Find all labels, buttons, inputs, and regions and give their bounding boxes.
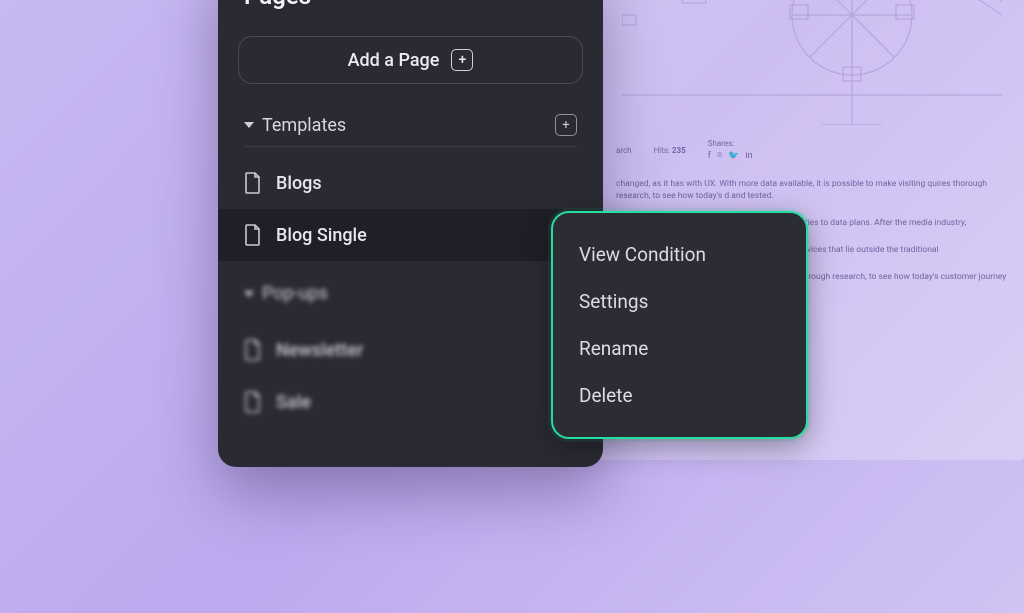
templates-section-header[interactable]: Templates + — [244, 108, 577, 147]
hero-image — [616, 0, 1008, 130]
popup-item-label: Sale — [276, 392, 311, 413]
facebook-icon[interactable]: f — [708, 150, 711, 164]
instagram-icon[interactable]: ⌾ — [717, 150, 722, 164]
popups-list: Newsletter Sale — [218, 324, 603, 428]
template-item-label: Blog Single — [276, 225, 367, 246]
caret-down-icon — [244, 291, 254, 297]
templates-label: Templates — [262, 115, 346, 136]
add-template-button[interactable]: + — [555, 114, 577, 136]
linkedin-icon[interactable]: in — [745, 150, 752, 164]
templates-list: Blogs Blog Single — [218, 157, 603, 261]
page-icon — [244, 224, 262, 246]
page-icon — [244, 391, 262, 413]
shares-group: Shares: f ⌾ 🐦 in — [708, 138, 753, 164]
add-page-button[interactable]: Add a Page + — [238, 36, 583, 84]
context-menu-view-condition[interactable]: View Condition — [553, 231, 806, 278]
page-icon — [244, 172, 262, 194]
caret-down-icon — [244, 122, 254, 128]
add-page-label: Add a Page — [348, 50, 440, 71]
context-menu-settings[interactable]: Settings — [553, 278, 806, 325]
popups-label: Pop-ups — [262, 283, 328, 304]
context-menu-rename[interactable]: Rename — [553, 325, 806, 372]
popup-item-label: Newsletter — [276, 340, 363, 361]
popup-item-sale[interactable]: Sale — [218, 376, 603, 428]
collapse-panel-button[interactable] — [553, 0, 577, 8]
article-paragraph: changed, as it has with UX. With more da… — [616, 178, 1008, 204]
context-menu-delete[interactable]: Delete — [553, 372, 806, 419]
panel-title: Pages — [244, 0, 311, 10]
twitter-icon[interactable]: 🐦 — [728, 150, 739, 164]
page-icon — [244, 339, 262, 361]
template-item-blogs[interactable]: Blogs — [218, 157, 603, 209]
context-menu: View Condition Settings Rename Delete — [551, 211, 808, 439]
hits-group: Hits: 235 — [654, 145, 686, 157]
template-item-label: Blogs — [276, 173, 322, 194]
pages-panel: Pages Add a Page + Templates + — [218, 0, 603, 467]
category-label: arch — [616, 145, 632, 157]
template-item-blog-single[interactable]: Blog Single — [218, 209, 603, 261]
plus-icon: + — [451, 49, 473, 71]
popups-section-header[interactable]: Pop-ups — [244, 277, 577, 314]
popup-item-newsletter[interactable]: Newsletter — [218, 324, 603, 376]
